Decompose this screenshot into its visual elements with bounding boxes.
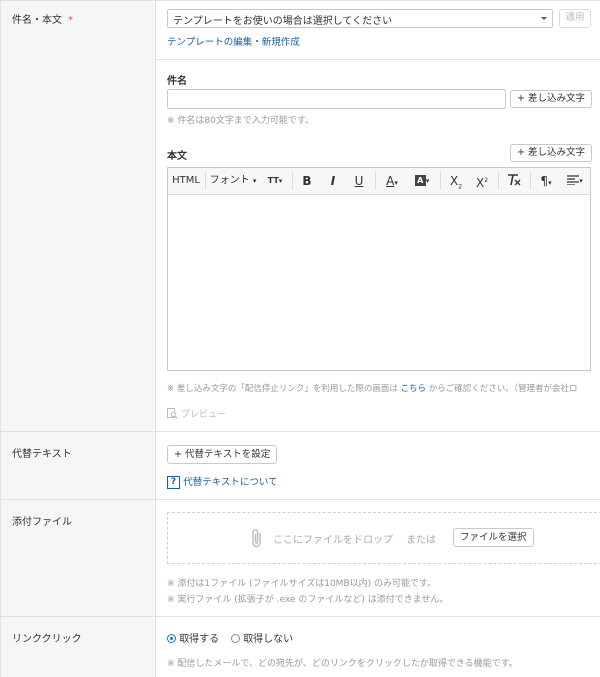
italic-icon[interactable]: I [322,168,344,194]
row-attachment: 添付ファイル ここにファイルをドロップ または ファイルを選択 ※ 添付は1ファ… [0,500,600,617]
rich-text-editor: HTML フォント ▾ TT▾ B I U A▾ A ▾ X2 X2 ¶▾ ▾ [167,167,591,371]
align-icon[interactable]: ▾ [562,168,588,194]
caret-down-icon: ▾ [425,177,430,185]
editor-toolbar: HTML フォント ▾ TT▾ B I U A▾ A ▾ X2 X2 ¶▾ ▾ [168,168,590,195]
subject-note: ※ 件名は80文字まで入力可能です。 [167,116,314,126]
font-color-icon[interactable]: A▾ [379,168,405,194]
attachment-note-2: ※ 実行ファイル (拡張子が .exe のファイルなど) は添付できません。 [167,595,449,605]
row-label-cell: リンククリック [0,617,156,677]
template-select[interactable]: テンプレートをお使いの場合は選択してください [167,9,553,28]
html-button[interactable]: HTML [170,168,202,194]
radio-unchecked-icon [231,634,240,643]
or-text: または [406,535,436,546]
attachment-note-1: ※ 添付は1ファイル (ファイルサイズは10MB以内) のみ可能です。 [167,579,437,589]
font-dropdown[interactable]: フォント ▾ [209,168,257,194]
toolbar-separator [375,172,376,190]
row-label-cell: 代替テキスト [0,432,156,499]
font-size-icon: TT [267,176,279,185]
set-alt-text-button[interactable]: + 代替テキストを設定 [167,445,278,464]
help-icon: ? [167,475,180,489]
underline-icon[interactable]: U [348,168,370,194]
label-alt-text: 代替テキスト [12,449,72,460]
radio-no-track[interactable]: 取得しない [231,630,293,645]
row-subject-body: 件名・本文 * テンプレートをお使いの場合は選択してください 適用 テンプレートの… [0,1,600,432]
body-merge-button[interactable]: + 差し込み文字 [510,144,592,162]
subscript-icon[interactable]: X2 [444,168,468,194]
toolbar-separator [205,172,206,190]
paperclip-icon [252,529,261,548]
toolbar-separator [530,172,531,190]
toolbar-separator [498,172,499,190]
body-textarea[interactable] [168,195,590,370]
mail-form: 件名・本文 * テンプレートをお使いの場合は選択してください 適用 テンプレートの… [0,0,600,677]
subject-input[interactable] [167,89,506,109]
preview-button[interactable]: プレビュー [167,407,226,420]
caret-down-icon: ▾ [394,179,398,187]
file-drop-zone[interactable]: ここにファイルをドロップ または ファイルを選択 [167,512,600,564]
radio-track[interactable]: 取得する [167,630,219,645]
label-link-click: リンククリック [12,634,82,645]
row-label-cell: 件名・本文 * [0,1,156,431]
toolbar-separator [292,172,293,190]
caret-down-icon: ▾ [252,177,257,185]
preview-icon [167,408,178,419]
paragraph-icon[interactable]: ¶▾ [534,168,558,194]
bold-icon[interactable]: B [296,168,318,194]
toolbar-separator [440,172,441,190]
label-attachment: 添付ファイル [12,517,72,528]
drop-text: ここにファイルをドロップ [273,535,393,546]
required-mark: * [68,15,73,26]
caret-down-icon: ▾ [278,177,283,185]
unsubscribe-link[interactable]: こちら [401,384,427,394]
subject-label: 件名 [167,76,187,87]
font-size-dropdown[interactable]: TT▾ [262,168,288,194]
template-select-value: テンプレートをお使いの場合は選択してください [173,16,393,27]
body-label: 本文 [167,151,187,162]
label-subject-body: 件名・本文 * [12,15,73,26]
about-alt-text-link[interactable]: 代替テキストについて [183,477,277,488]
clear-format-icon[interactable] [502,168,526,194]
link-click-note: ※ 配信したメールで、どの宛先が、どのリンクをクリックしたか取得できる機能です。 [167,659,518,669]
row-link-click: リンククリック 取得する 取得しない ※ 配信したメールで、どの宛先が、どのリン… [0,617,600,677]
divider [156,59,600,60]
template-edit-link[interactable]: テンプレートの編集・新規作成 [167,34,300,48]
row-alt-text: 代替テキスト + 代替テキストを設定 ? 代替テキストについて [0,432,600,500]
row-label-cell: 添付ファイル [0,500,156,616]
unsubscribe-note: ※ 差し込み文字の「配信停止リンク」を利用した際の画面は こちら からご確認くだ… [167,384,578,394]
chevron-down-icon [541,17,547,20]
background-color-icon[interactable]: A ▾ [408,168,436,194]
superscript-icon[interactable]: X2 [470,168,494,194]
radio-checked-icon [167,634,176,643]
apply-button[interactable]: 適用 [559,9,591,28]
caret-down-icon: ▾ [579,177,583,185]
subject-merge-button[interactable]: + 差し込み文字 [510,90,592,108]
select-file-button[interactable]: ファイルを選択 [453,528,534,547]
caret-down-icon: ▾ [548,179,552,187]
alt-text-help[interactable]: ? 代替テキストについて [167,474,278,489]
